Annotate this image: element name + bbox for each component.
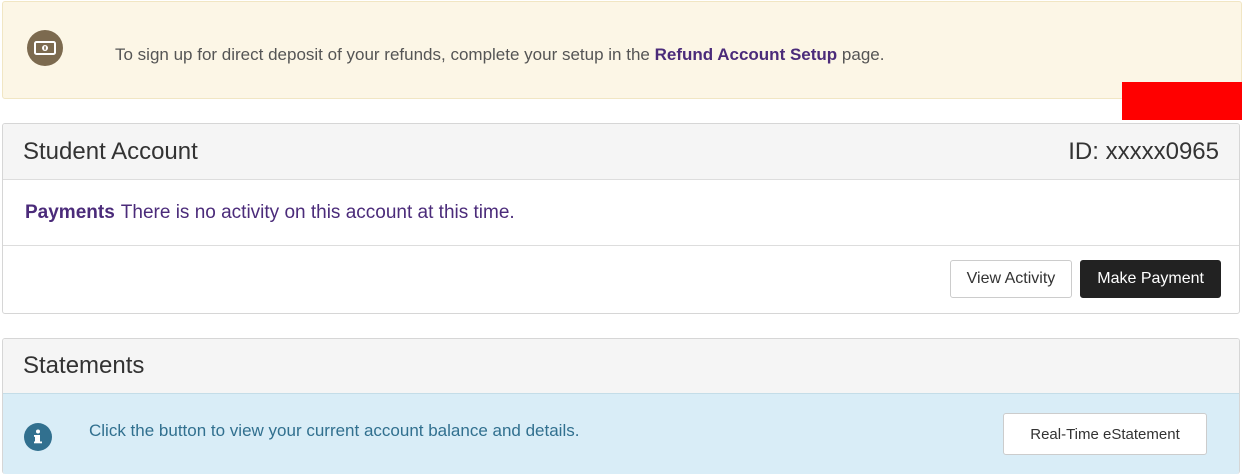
panel-title: Statements (23, 352, 145, 379)
make-payment-button[interactable]: Make Payment (1080, 260, 1221, 298)
statements-info-text: Click the button to view your current ac… (89, 421, 580, 440)
real-time-estatement-button[interactable]: Real-Time eStatement (1003, 413, 1207, 455)
page: To sign up for direct deposit of your re… (0, 0, 1242, 474)
statements-info-bar: Click the button to view your current ac… (3, 394, 1239, 474)
notice-text-before: To sign up for direct deposit of your re… (115, 45, 650, 64)
info-icon (24, 423, 52, 451)
refund-account-setup-link[interactable]: Refund Account Setup (655, 45, 838, 64)
refund-notice-text: To sign up for direct deposit of your re… (115, 45, 884, 65)
panel-title: Student Account (23, 137, 198, 165)
redaction-box (1122, 82, 1242, 120)
payments-label: Payments (25, 201, 115, 223)
account-actions: View Activity Make Payment (3, 246, 1239, 312)
payments-status-text: There is no activity on this account at … (120, 201, 515, 223)
money-bill-icon (27, 30, 63, 66)
account-id: ID: xxxxx0965 (1068, 137, 1219, 165)
refund-notice-banner: To sign up for direct deposit of your re… (2, 1, 1242, 99)
payments-status: Payments There is no activity on this ac… (3, 180, 1239, 246)
view-activity-button[interactable]: View Activity (949, 260, 1073, 298)
student-account-header: Student Account ID: xxxxx0965 (3, 124, 1239, 180)
student-account-panel: Student Account ID: xxxxx0965 Payments T… (2, 123, 1240, 314)
notice-text-after: page. (841, 45, 885, 64)
statements-panel: Statements Click the button to view your… (2, 338, 1240, 474)
statements-header: Statements (3, 339, 1239, 394)
